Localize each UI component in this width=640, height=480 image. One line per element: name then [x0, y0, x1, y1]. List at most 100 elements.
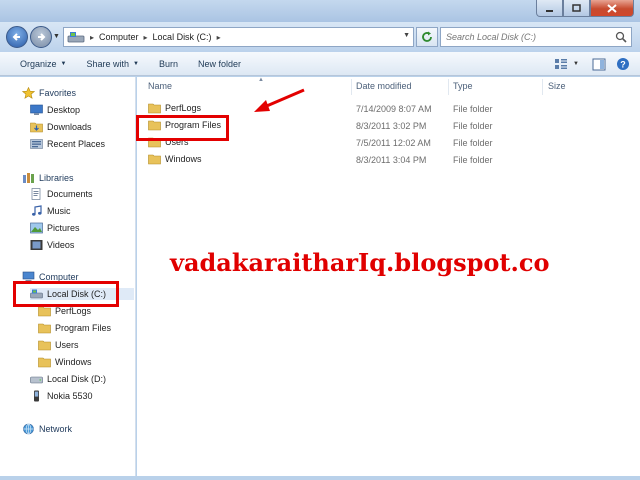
- refresh-button[interactable]: [416, 27, 438, 47]
- window-bottom-border: [0, 476, 640, 480]
- column-header-size[interactable]: Size: [548, 81, 566, 91]
- nav-desktop[interactable]: Desktop: [30, 104, 80, 116]
- title-bar: [0, 0, 640, 22]
- sort-arrow-icon: ▲: [258, 77, 264, 83]
- minimize-button[interactable]: [536, 0, 563, 17]
- column-header-name[interactable]: Name: [148, 81, 172, 91]
- help-button[interactable]: ?: [614, 56, 632, 72]
- chevron-right-icon[interactable]: ▸: [144, 33, 148, 42]
- arrow-right-icon: [38, 33, 46, 41]
- breadcrumb-local-disk[interactable]: Local Disk (C:): [153, 32, 212, 42]
- nav-folder-windows[interactable]: Windows: [38, 356, 92, 368]
- drive-icon: [30, 376, 43, 384]
- nav-folder-label: Windows: [55, 357, 92, 367]
- back-button[interactable]: [6, 26, 28, 48]
- search-box: [440, 27, 632, 47]
- forward-button[interactable]: [30, 26, 52, 48]
- nav-network[interactable]: Network: [22, 423, 72, 435]
- chevron-right-icon[interactable]: ▸: [217, 33, 221, 42]
- window-controls: [536, 0, 634, 17]
- navigation-pane: Favorites Desktop Downloads Recent Place…: [0, 77, 136, 480]
- view-controls: ▼ ?: [549, 52, 640, 76]
- column-divider[interactable]: [542, 79, 543, 95]
- nav-nokia-label: Nokia 5530: [47, 391, 93, 401]
- preview-pane-icon: [592, 58, 606, 70]
- folder-icon: [38, 340, 51, 351]
- burn-button[interactable]: Burn: [149, 52, 188, 76]
- address-bar[interactable]: ▸ Computer ▸ Local Disk (C:) ▸ ▼: [63, 27, 414, 47]
- maximize-button[interactable]: [563, 0, 590, 17]
- explorer-window: ▼ ▸ Computer ▸ Local Disk (C:) ▸ ▼ Searc…: [0, 0, 640, 480]
- nav-folder-users[interactable]: Users: [38, 339, 79, 351]
- file-name: PerfLogs: [165, 103, 202, 113]
- column-divider[interactable]: [351, 79, 352, 95]
- close-icon: [607, 3, 617, 13]
- nav-downloads[interactable]: Downloads: [30, 121, 92, 133]
- folder-icon: [38, 357, 51, 368]
- recent-pages-dropdown[interactable]: ▼: [53, 33, 60, 40]
- nav-music[interactable]: Music: [30, 205, 71, 217]
- highlight-box-program-files: [136, 115, 229, 141]
- nav-network-label: Network: [39, 424, 73, 434]
- nav-local-d-label: Local Disk (D:): [47, 374, 107, 384]
- nav-folder-label: Program Files: [55, 323, 112, 333]
- view-dropdown-caret[interactable]: ▼: [573, 61, 579, 67]
- help-icon: ?: [617, 58, 629, 70]
- column-header-type[interactable]: Type: [453, 81, 473, 91]
- nav-documents-label: Documents: [47, 189, 93, 199]
- folder-icon: [38, 323, 51, 334]
- close-button[interactable]: [590, 0, 634, 17]
- nav-downloads-label: Downloads: [47, 122, 92, 132]
- nav-favorites[interactable]: Favorites: [22, 87, 76, 99]
- downloads-folder-icon: [30, 122, 43, 133]
- new-folder-button[interactable]: New folder: [188, 52, 251, 76]
- preview-pane-button[interactable]: [590, 56, 608, 72]
- breadcrumb-computer[interactable]: Computer: [99, 32, 139, 42]
- watermark-text: vadakaraitharIq.blogspot.co: [170, 248, 550, 277]
- nav-local-disk-d[interactable]: Local Disk (D:): [30, 373, 106, 385]
- chevron-down-icon: ▼: [133, 60, 139, 67]
- file-date: 8/3/2011 3:04 PM: [356, 155, 427, 165]
- red-arrow-annotation: [254, 88, 305, 112]
- music-note-icon: [32, 205, 42, 216]
- phone-icon: [34, 390, 39, 402]
- search-icon[interactable]: [615, 31, 627, 43]
- nav-videos-label: Videos: [47, 240, 75, 250]
- file-name: Windows: [165, 154, 202, 164]
- address-row: ▼ ▸ Computer ▸ Local Disk (C:) ▸ ▼: [0, 22, 640, 52]
- share-with-label: Share with: [86, 58, 130, 69]
- breadcrumb: ▸ Computer ▸ Local Disk (C:) ▸: [85, 32, 226, 42]
- share-with-button[interactable]: Share with ▼: [76, 52, 148, 76]
- nav-nokia-device[interactable]: Nokia 5530: [30, 390, 93, 402]
- column-divider[interactable]: [448, 79, 449, 95]
- file-name-cell: PerfLogs: [148, 102, 201, 114]
- file-date: 7/5/2011 12:02 AM: [356, 138, 431, 148]
- organize-button[interactable]: Organize ▼: [10, 52, 76, 76]
- file-date: 7/14/2009 8:07 AM: [356, 104, 432, 114]
- nav-folder-program-files[interactable]: Program Files: [38, 322, 111, 334]
- change-view-button[interactable]: [552, 56, 570, 72]
- search-input[interactable]: [441, 32, 611, 42]
- desktop-icon: [30, 104, 43, 115]
- nav-pictures[interactable]: Pictures: [30, 222, 80, 234]
- chevron-right-icon[interactable]: ▸: [90, 33, 94, 42]
- table-row[interactable]: Windows 8/3/2011 3:04 PM File folder: [137, 152, 640, 168]
- maximize-icon: [572, 3, 581, 12]
- nav-videos[interactable]: Videos: [30, 239, 74, 251]
- nav-recent-places[interactable]: Recent Places: [30, 138, 105, 150]
- column-header-date[interactable]: Date modified: [356, 81, 412, 91]
- refresh-icon: [422, 31, 432, 42]
- file-type: File folder: [453, 155, 493, 165]
- address-dropdown[interactable]: ▼: [403, 32, 410, 39]
- nav-music-label: Music: [47, 206, 71, 216]
- nav-documents[interactable]: Documents: [30, 188, 93, 200]
- highlight-box-local-disk: [13, 281, 119, 307]
- nav-libraries[interactable]: Libraries: [22, 172, 74, 184]
- nav-pictures-label: Pictures: [47, 223, 80, 233]
- network-icon: [23, 423, 34, 435]
- file-date: 8/3/2011 3:02 PM: [356, 121, 427, 131]
- organize-label: Organize: [20, 58, 57, 69]
- arrow-left-icon: [12, 33, 20, 41]
- command-bar: Organize ▼ Share with ▼ Burn New folder …: [0, 52, 640, 76]
- documents-icon: [31, 188, 41, 200]
